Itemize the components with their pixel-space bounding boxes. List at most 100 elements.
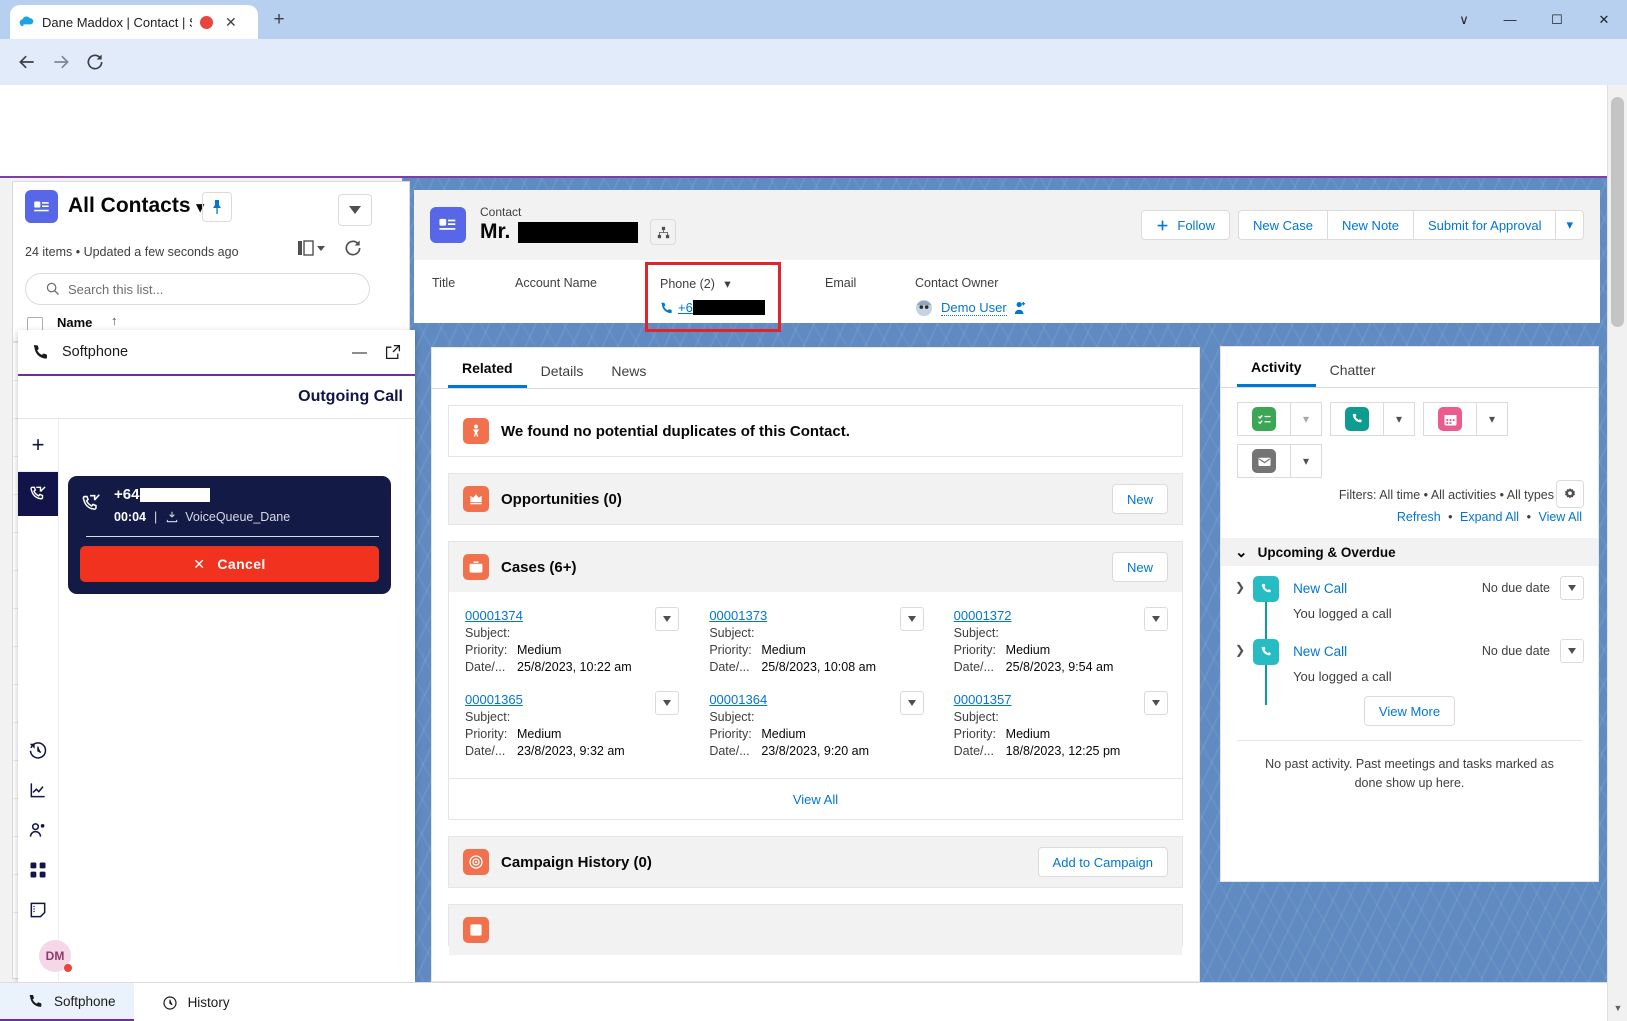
- refresh-icon[interactable]: [343, 238, 363, 258]
- case-row-actions-icon[interactable]: [900, 691, 924, 715]
- email-button[interactable]: [1237, 444, 1290, 478]
- upcoming-overdue-header[interactable]: ⌄ Upcoming & Overdue: [1221, 538, 1598, 566]
- column-header-name[interactable]: Name: [57, 315, 92, 330]
- case-row-actions-icon[interactable]: [900, 607, 924, 631]
- no-past-activity-text: No past activity. Past meetings and task…: [1237, 740, 1582, 793]
- history-icon[interactable]: [18, 730, 58, 770]
- case-subject-label: Subject:: [709, 626, 761, 640]
- activity-filters-gear-icon[interactable]: [1556, 480, 1584, 508]
- email-action[interactable]: ▾: [1237, 444, 1322, 478]
- window-close-button[interactable]: ✕: [1592, 8, 1616, 32]
- activity-due-date: No due date: [1482, 644, 1550, 658]
- cases-view-all-link[interactable]: View All: [449, 778, 1182, 819]
- case-date-value: 23/8/2023, 9:20 am: [761, 744, 869, 758]
- view-hierarchy-icon[interactable]: [650, 219, 676, 245]
- tab-news[interactable]: News: [597, 363, 660, 388]
- new-task-caret-icon[interactable]: ▾: [1290, 402, 1322, 436]
- outgoing-call-tab-icon[interactable]: [18, 472, 58, 516]
- case-number-link[interactable]: 00001373: [709, 608, 767, 623]
- new-case-button[interactable]: New Case: [1238, 210, 1327, 240]
- tab-close-icon[interactable]: ✕: [225, 14, 237, 31]
- case-row-actions-icon[interactable]: [655, 607, 679, 631]
- case-row-actions-icon[interactable]: [1144, 691, 1168, 715]
- apps-grid-icon[interactable]: [18, 850, 58, 890]
- scroll-down-arrow-icon[interactable]: ▼: [1608, 1003, 1627, 1013]
- activity-row-actions-icon[interactable]: [1560, 576, 1584, 600]
- cases-card: Cases (6+) New 00001374 Subject: Priorit…: [448, 541, 1183, 820]
- softphone-minimize-button[interactable]: —: [352, 344, 367, 361]
- new-event-caret-icon[interactable]: ▾: [1476, 402, 1508, 436]
- new-task-action[interactable]: ▾: [1237, 402, 1322, 436]
- case-row-actions-icon[interactable]: [655, 691, 679, 715]
- list-view-controls-button[interactable]: [338, 194, 372, 226]
- field-account-label: Account Name: [515, 276, 660, 290]
- case-number-link[interactable]: 00001374: [465, 608, 523, 623]
- more-actions-caret-icon[interactable]: ▾: [1555, 210, 1584, 240]
- refresh-link[interactable]: Refresh: [1397, 510, 1441, 524]
- new-event-button[interactable]: [1423, 402, 1476, 436]
- window-maximize-button[interactable]: ☐: [1545, 8, 1569, 32]
- redacted-call-number: [140, 488, 210, 502]
- duplicates-alert-card: We found no potential duplicates of this…: [448, 405, 1183, 457]
- chevron-right-icon[interactable]: ❯: [1235, 639, 1253, 684]
- view-more-button[interactable]: View More: [1364, 696, 1455, 726]
- recording-indicator-icon[interactable]: [198, 14, 215, 31]
- utility-item-softphone[interactable]: Softphone: [0, 983, 134, 1021]
- display-density-icon[interactable]: [298, 240, 326, 256]
- analytics-icon[interactable]: [18, 770, 58, 810]
- notes-icon[interactable]: [18, 890, 58, 930]
- add-to-campaign-button[interactable]: Add to Campaign: [1038, 847, 1168, 877]
- follow-button[interactable]: Follow: [1141, 210, 1230, 240]
- case-row-actions-icon[interactable]: [1144, 607, 1168, 631]
- new-case-related-button[interactable]: New: [1112, 552, 1168, 582]
- activity-title-link[interactable]: New Call: [1293, 644, 1347, 659]
- log-a-call-button[interactable]: [1330, 402, 1383, 436]
- case-date-value: 25/8/2023, 10:22 am: [517, 660, 632, 674]
- activity-title-link[interactable]: New Call: [1293, 581, 1347, 596]
- browser-tab[interactable]: Dane Maddox | Contact | Sal ✕: [10, 5, 258, 39]
- new-note-button[interactable]: New Note: [1327, 210, 1413, 240]
- forward-icon[interactable]: [48, 49, 74, 75]
- case-number-link[interactable]: 00001372: [954, 608, 1012, 623]
- chevron-right-icon[interactable]: ❯: [1235, 576, 1253, 621]
- window-minimize-button[interactable]: —: [1498, 8, 1522, 32]
- submit-for-approval-button[interactable]: Submit for Approval: [1413, 210, 1555, 240]
- reload-icon[interactable]: [82, 49, 108, 75]
- new-tab-button[interactable]: +: [268, 10, 290, 32]
- log-a-call-caret-icon[interactable]: ▾: [1383, 402, 1415, 436]
- softphone-user-avatar[interactable]: DM: [39, 940, 71, 972]
- log-a-call-action[interactable]: ▾: [1330, 402, 1415, 436]
- window-more-icon[interactable]: ∨: [1452, 8, 1476, 32]
- opportunities-title: Opportunities (0): [501, 491, 622, 508]
- view-all-link[interactable]: View All: [1538, 510, 1582, 524]
- new-task-button[interactable]: [1237, 402, 1290, 436]
- softphone-popout-icon[interactable]: [385, 344, 401, 360]
- case-number-link[interactable]: 00001357: [954, 692, 1012, 707]
- new-opportunity-button[interactable]: New: [1112, 484, 1168, 514]
- new-event-action[interactable]: ▾: [1423, 402, 1508, 436]
- back-icon[interactable]: [14, 49, 40, 75]
- tab-chatter[interactable]: Chatter: [1316, 362, 1390, 387]
- utility-item-history[interactable]: History: [134, 983, 248, 1021]
- activity-row-actions-icon[interactable]: [1560, 639, 1584, 663]
- tab-related[interactable]: Related: [448, 360, 527, 388]
- opportunities-card: Opportunities (0) New: [448, 473, 1183, 525]
- case-number-link[interactable]: 00001364: [709, 692, 767, 707]
- list-view-status: 24 items • Updated a few seconds ago: [25, 245, 239, 259]
- scrollbar-thumb[interactable]: [1611, 97, 1624, 327]
- case-priority-value: Medium: [761, 727, 805, 741]
- expand-all-link[interactable]: Expand All: [1460, 510, 1519, 524]
- add-call-button[interactable]: +: [18, 419, 58, 472]
- tab-activity[interactable]: Activity: [1237, 359, 1316, 387]
- owner-name-link[interactable]: Demo User: [941, 300, 1007, 316]
- list-view-title[interactable]: All Contacts ▾: [68, 194, 204, 218]
- browser-scrollbar[interactable]: ▼: [1607, 85, 1627, 1021]
- contacts-icon[interactable]: [18, 810, 58, 850]
- cancel-call-button[interactable]: ✕ Cancel: [80, 546, 379, 582]
- email-caret-icon[interactable]: ▾: [1290, 444, 1322, 478]
- search-list-input[interactable]: Search this list...: [25, 273, 370, 305]
- case-number-link[interactable]: 00001365: [465, 692, 523, 707]
- change-owner-icon[interactable]: [1014, 301, 1026, 315]
- tab-details[interactable]: Details: [527, 363, 598, 388]
- pin-list-button[interactable]: [202, 192, 232, 222]
